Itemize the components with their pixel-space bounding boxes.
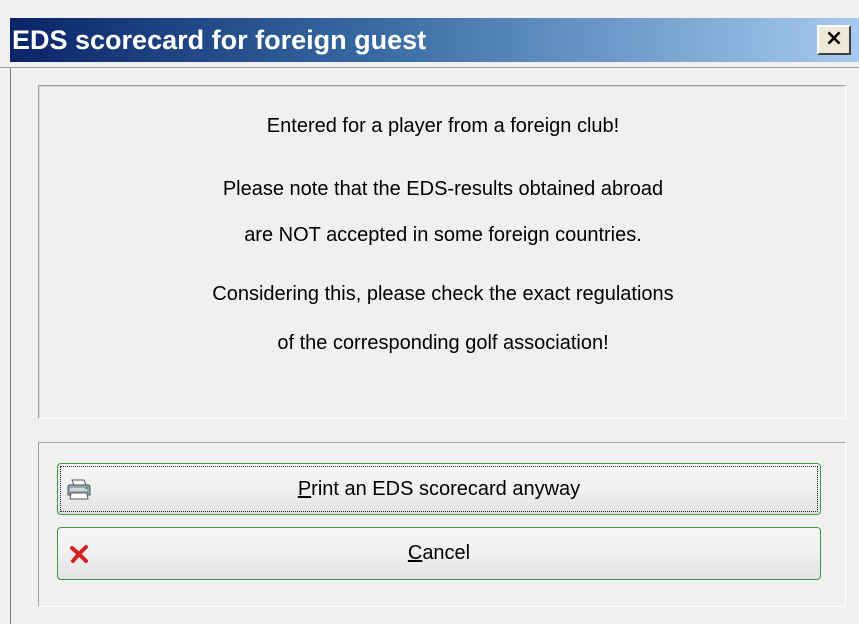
print-button-label-rest: rint an EDS scorecard anyway <box>311 477 581 500</box>
cancel-button-label: Cancel <box>58 528 820 579</box>
close-button[interactable]: × <box>817 25 851 55</box>
message-line-5: of the corresponding golf association! <box>277 332 609 354</box>
message-line-3: are NOT accepted in some foreign countri… <box>244 224 642 246</box>
cancel-button-label-rest: ancel <box>422 542 471 564</box>
print-scorecard-button[interactable]: Print an EDS scorecard anyway <box>57 463 821 515</box>
dialog-window: EDS scorecard for foreign guest × Entere… <box>0 0 859 624</box>
cancel-button[interactable]: Cancel <box>57 527 821 580</box>
window-title: EDS scorecard for foreign guest <box>12 25 427 55</box>
window-left-border <box>10 68 11 624</box>
close-icon: × <box>824 26 844 51</box>
print-button-label: Print an EDS scorecard anyway <box>58 464 820 514</box>
message-line-4: Considering this, please check the exact… <box>212 283 674 305</box>
title-bar[interactable]: EDS scorecard for foreign guest × <box>0 0 859 68</box>
message-line-2: Please note that the EDS-results obtaine… <box>222 178 664 200</box>
cancel-button-mnemonic: C <box>407 542 423 564</box>
message-line-1: Entered for a player from a foreign club… <box>266 115 620 137</box>
print-button-mnemonic: P <box>297 477 312 500</box>
message-panel: Entered for a player from a foreign club… <box>38 85 846 419</box>
